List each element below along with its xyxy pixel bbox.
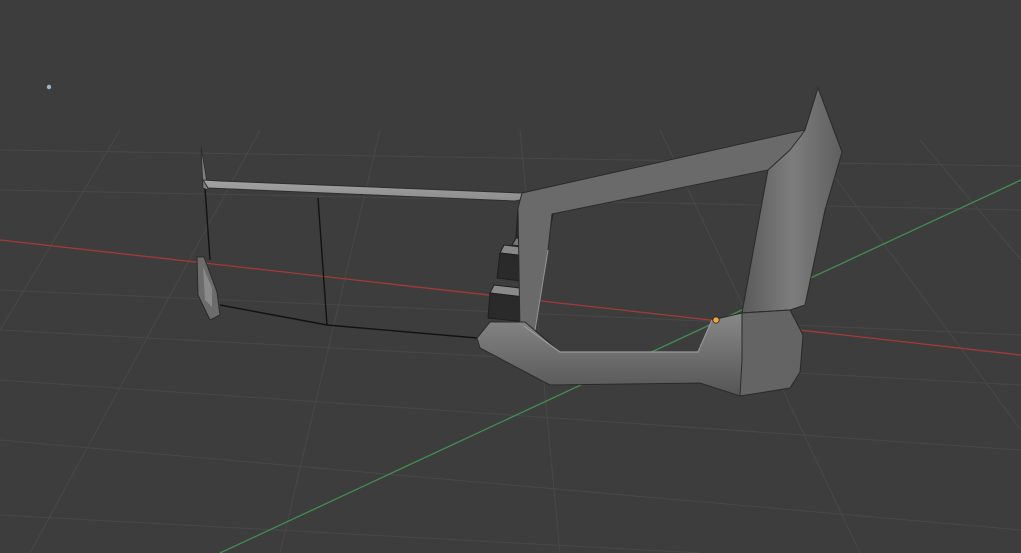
light-point[interactable] — [46, 84, 52, 90]
3d-viewport[interactable] — [0, 0, 1021, 553]
viewport-canvas[interactable] — [0, 0, 1021, 553]
mesh-wireframe-left — [204, 187, 478, 339]
mesh-right-frame[interactable] — [476, 86, 843, 397]
object-origin-point[interactable] — [712, 316, 720, 324]
